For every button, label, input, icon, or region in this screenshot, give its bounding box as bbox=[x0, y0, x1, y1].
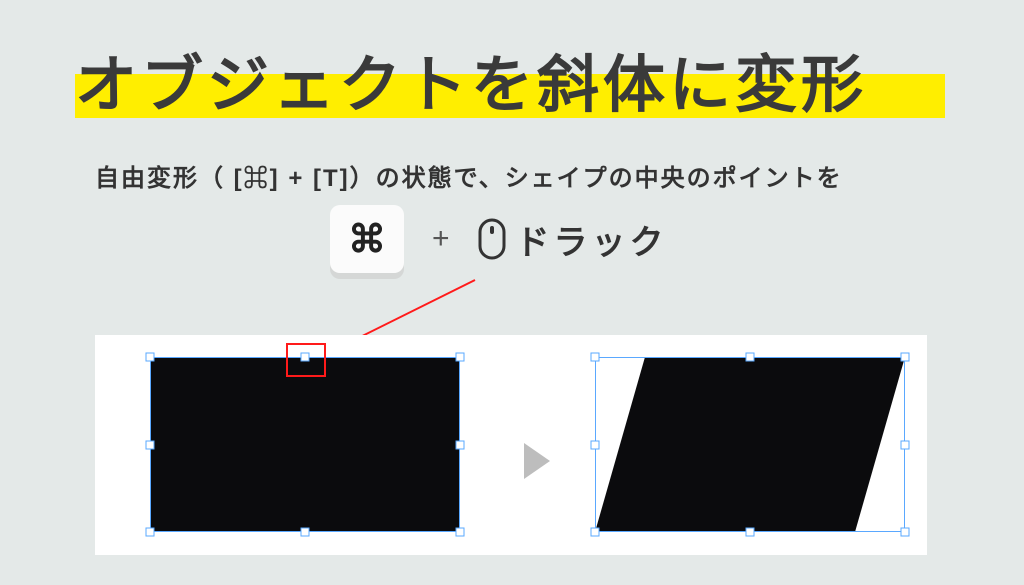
shape-after bbox=[595, 357, 905, 532]
shape-before-fill bbox=[150, 357, 460, 532]
shortcut-row: ⌘ + ドラック bbox=[330, 205, 668, 273]
handle2-w bbox=[591, 440, 600, 449]
handle-ne bbox=[456, 353, 465, 362]
handle2-nw bbox=[591, 353, 600, 362]
shape-before bbox=[150, 357, 460, 532]
handle-e bbox=[456, 440, 465, 449]
handle2-sw bbox=[591, 528, 600, 537]
callout-box bbox=[286, 343, 326, 377]
command-key-glyph: ⌘ bbox=[348, 217, 386, 262]
page-title: オブジェクトを斜体に変形 bbox=[75, 34, 945, 124]
handle2-ne bbox=[901, 353, 910, 362]
command-key: ⌘ bbox=[330, 205, 404, 273]
plus-sign: + bbox=[432, 222, 450, 256]
handle2-n bbox=[746, 353, 755, 362]
subtitle: 自由変形（ [⌘] + [T]）の状態で、シェイプの中央のポイントを bbox=[95, 158, 843, 193]
subtitle-text: 自由変形（ [⌘] + [T]）の状態で、シェイプの中央のポイントを bbox=[95, 165, 843, 192]
shape-after-fill bbox=[595, 357, 905, 532]
mouse-icon bbox=[478, 218, 506, 260]
handle-nw bbox=[146, 353, 155, 362]
handle-s bbox=[301, 528, 310, 537]
demo-panel bbox=[95, 335, 927, 555]
handle2-e bbox=[901, 440, 910, 449]
handle2-se bbox=[901, 528, 910, 537]
mouse-drag-group: ドラック bbox=[478, 215, 668, 264]
arrow-icon bbox=[520, 441, 554, 481]
handle-w bbox=[146, 440, 155, 449]
title-block: オブジェクトを斜体に変形 bbox=[75, 34, 945, 124]
handle2-s bbox=[746, 528, 755, 537]
handle-se bbox=[456, 528, 465, 537]
drag-label: ドラック bbox=[516, 215, 668, 264]
handle-sw bbox=[146, 528, 155, 537]
